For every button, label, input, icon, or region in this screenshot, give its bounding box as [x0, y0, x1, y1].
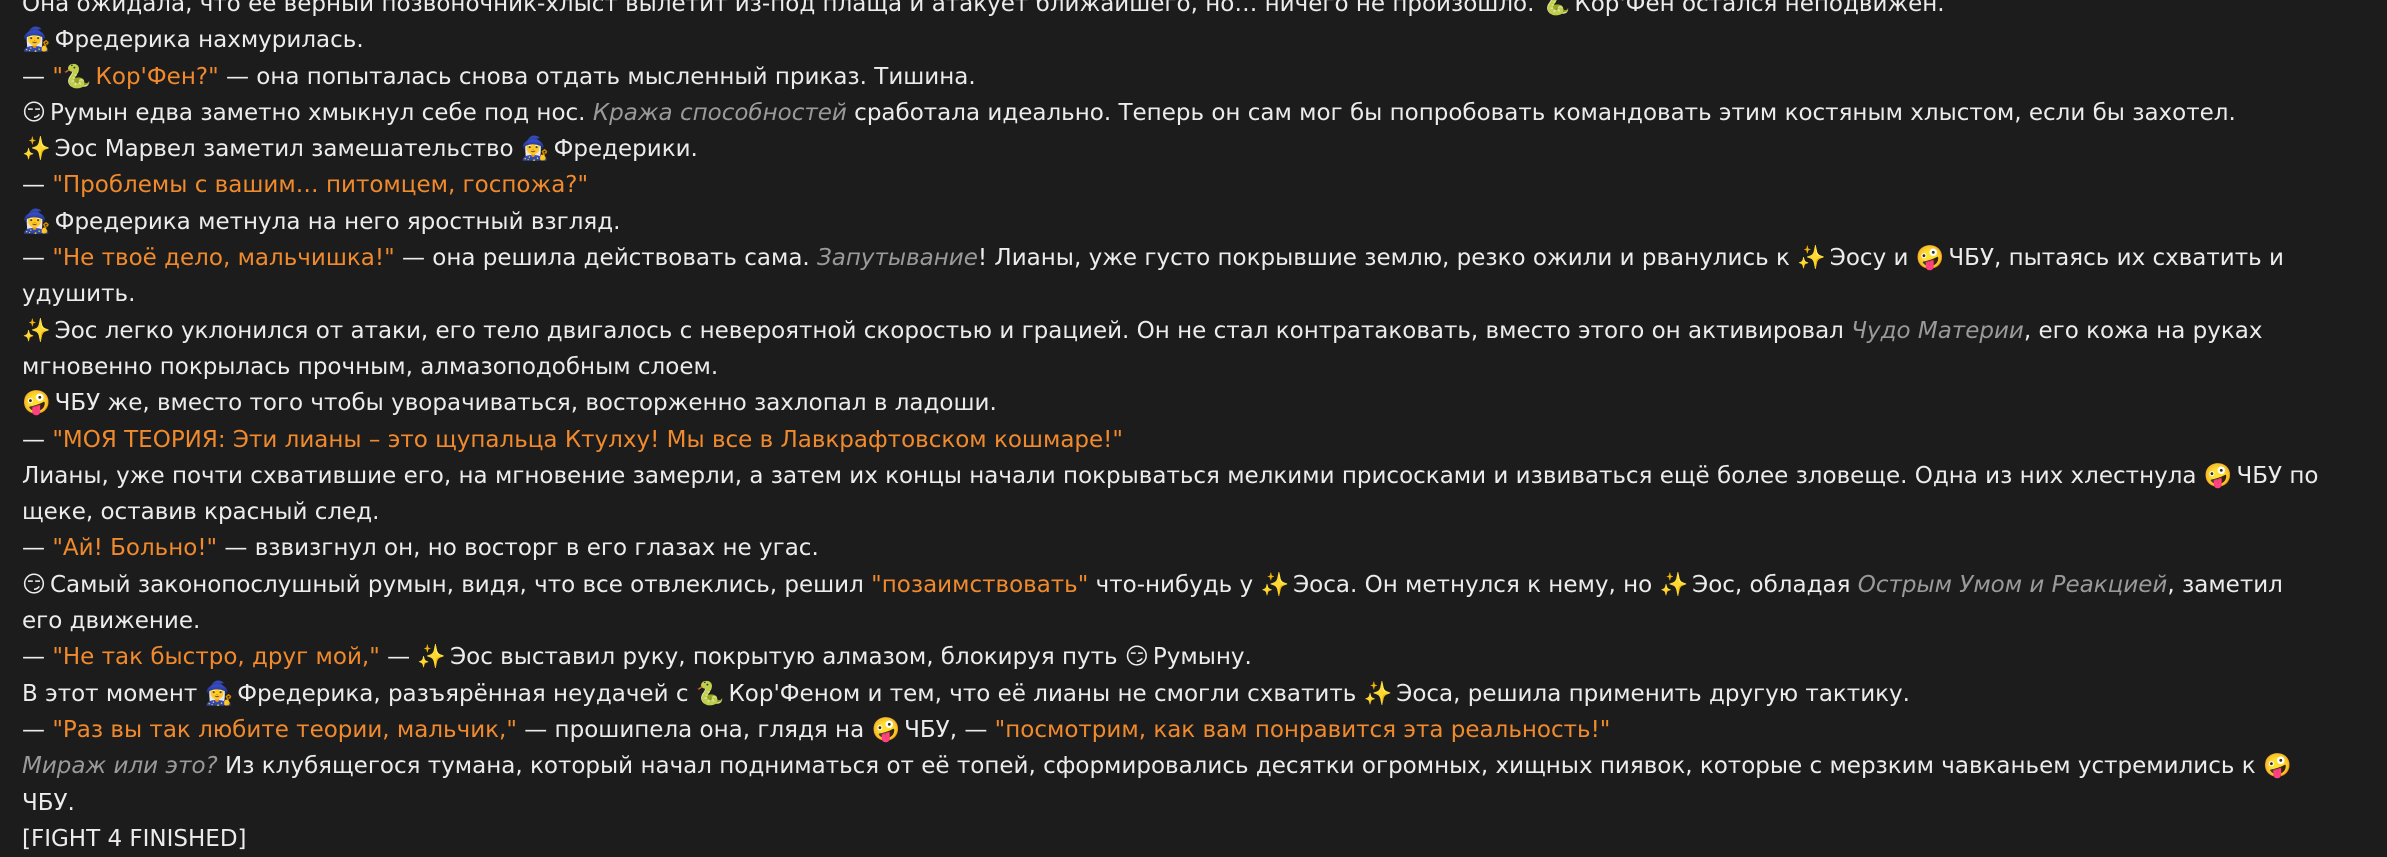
message-paragraph: — "Проблемы с вашим… питомцем, госпожа?" [22, 167, 2322, 203]
emoji-icon: 🧙‍♀️ [520, 136, 550, 163]
emoji-icon: 🧙‍♀️ [22, 208, 51, 235]
text-span: — [22, 63, 53, 90]
quote-span: "позаимствовать" [871, 571, 1089, 598]
emoji-icon: ✨ [1659, 571, 1689, 598]
message-paragraph: 🧙‍♀️ Фредерика нахмурилась. [22, 22, 2322, 58]
emoji-icon: 🧙‍♀️ [204, 680, 234, 707]
message-paragraph: — "Не твоё дело, мальчишка!" — она решил… [22, 240, 2322, 313]
message-paragraph: — "Ай! Больно!" — взвизгнул он, но восто… [22, 530, 2322, 566]
text-span: Эос Марвел заметил замешательство [54, 136, 521, 163]
message-paragraph: 😏 Румын едва заметно хмыкнул себе под нос… [22, 95, 2322, 131]
quote-span: "Ай! Больно!" [52, 535, 218, 562]
emoji-icon: ✨ [417, 644, 447, 671]
message-paragraph: ✨ Эос легко уклонился от атаки, его тело … [22, 313, 2322, 386]
text-span: Фредерика нахмурилась. [54, 27, 364, 54]
text-span: Самый законопослушный румын, видя, что в… [49, 571, 872, 598]
quote-span: "Не так быстро, друг мой," [52, 644, 380, 671]
text-span: — [379, 644, 418, 671]
emoji-icon: 🤪 [2262, 753, 2292, 780]
text-span: В этот момент [22, 680, 205, 707]
text-span: Эос, обладая [1692, 571, 1858, 598]
text-span: Эоса, решила применить другую тактику. [1396, 680, 1910, 707]
message-paragraph: [FIGHT 4 FINISHED] [22, 821, 2322, 857]
text-span: ЧБУ. [22, 789, 75, 816]
emoji-icon: 🤪 [2203, 462, 2233, 489]
text-span: ! Лианы, уже густо покрывшие землю, резк… [977, 245, 1798, 272]
text-span: что-нибудь у [1088, 571, 1261, 598]
emoji-icon: 🐍 [1541, 0, 1571, 17]
emoji-icon: ✨ [1260, 571, 1290, 598]
text-span: — [22, 172, 53, 199]
text-span: — [22, 644, 53, 671]
quote-span: "Раз вы так любите теории, мальчик," [52, 716, 517, 743]
text-span: — она попыталась снова отдать мысленный … [218, 63, 976, 90]
emoji-icon: 😏 [22, 99, 46, 126]
emoji-icon: 🤪 [22, 390, 51, 417]
emoji-icon: ✨ [1797, 245, 1826, 272]
italic-term: Запутывание [817, 245, 978, 272]
message-paragraph: Она ожидала, что её верный позвоночник-х… [22, 0, 2322, 22]
text-span: Румыну. [1152, 644, 1252, 671]
message-paragraph: 🧙‍♀️ Фредерика метнула на него яростный в… [22, 204, 2322, 240]
message-paragraph: — "Раз вы так любите теории, мальчик," —… [22, 712, 2322, 748]
text-span: Эоса. Он метнулся к нему, но [1293, 571, 1660, 598]
text-span: Фредерики. [553, 136, 698, 163]
text-span: Из клубящегося тумана, который начал под… [217, 753, 2263, 780]
text-span: Фредерика метнула на него яростный взгля… [54, 208, 621, 235]
text-span: [FIGHT 4 FINISHED] [22, 825, 247, 852]
text-span: — она решила действовать сама. [394, 245, 818, 272]
message-paragraph: Мираж или это? Из клубящегося тумана, ко… [22, 748, 2322, 821]
text-span: — [22, 245, 53, 272]
text-span: Эос легко уклонился от атаки, его тело д… [54, 317, 1852, 344]
message-paragraph: — "МОЯ ТЕОРИЯ: Эти лианы – это щупальца … [22, 422, 2322, 458]
text-span: Румын едва заметно хмыкнул себе под нос. [49, 99, 593, 126]
message-paragraph: 😏 Самый законопослушный румын, видя, что … [22, 567, 2322, 640]
text-span: — [22, 535, 53, 562]
italic-term: Кража способностей [592, 99, 847, 126]
text-span: Кор'Фен остался неподвижен. [1574, 0, 1945, 17]
quote-span: "Не твоё дело, мальчишка!" [52, 245, 395, 272]
emoji-icon: ✨ [22, 317, 51, 344]
text-span: — прошипела она, глядя на [516, 716, 872, 743]
emoji-icon: 🐍 [62, 63, 92, 90]
text-span: — взвизгнул он, но восторг в его глазах … [217, 535, 819, 562]
quote-span: "Проблемы с вашим… питомцем, госпожа?" [52, 172, 589, 199]
emoji-icon: 🧙‍♀️ [22, 27, 51, 54]
message-paragraph: 🤪 ЧБУ же, вместо того чтобы уворачиваться… [22, 385, 2322, 421]
emoji-icon: 🤪 [871, 716, 901, 743]
emoji-icon: ✨ [22, 136, 51, 163]
message-paragraph: — "Не так быстро, друг мой," — ✨ Эос выст… [22, 639, 2322, 675]
quote-span: "МОЯ ТЕОРИЯ: Эти лианы – это щупальца Кт… [52, 426, 1123, 453]
emoji-icon: 🤪 [1915, 245, 1945, 272]
text-span: Эос выставил руку, покрытую алмазом, бло… [450, 644, 1125, 671]
emoji-icon: 😏 [22, 571, 46, 598]
message-paragraph: — "🐍 Кор'Фен?" — она попыталась снова отд… [22, 59, 2322, 95]
chat-message: Она ожидала, что её верный позвоночник-х… [22, 0, 2322, 857]
text-span: — [22, 716, 53, 743]
quote-span: " [52, 63, 63, 90]
message-paragraph: Лианы, уже почти схватившие его, на мгно… [22, 458, 2322, 531]
message-paragraph: ✨ Эос Марвел заметил замешательство 🧙‍♀️ Ф… [22, 131, 2322, 167]
italic-term: Мираж или это? [22, 753, 218, 780]
text-span: Кор'Феном и тем, что её лианы не смогли … [728, 680, 1364, 707]
text-span: Эосу и [1829, 245, 1916, 272]
quote-span: Кор'Фен?" [95, 63, 219, 90]
emoji-icon: 😏 [1124, 644, 1149, 671]
text-span: Она ожидала, что её верный позвоночник-х… [22, 0, 1542, 17]
italic-term: Чудо Материи [1851, 317, 2024, 344]
emoji-icon: 🐍 [695, 680, 725, 707]
quote-span: "посмотрим, как вам понравится эта реаль… [994, 716, 1611, 743]
italic-term: Острым Умом и Реакцией [1857, 571, 2168, 598]
message-paragraph: В этот момент 🧙‍♀️ Фредерика, разъярённая… [22, 676, 2322, 712]
text-span: Фредерика, разъярённая неудачей с [237, 680, 696, 707]
text-span: ЧБУ же, вместо того чтобы уворачиваться,… [54, 390, 997, 417]
text-span: ЧБУ, — [904, 716, 995, 743]
text-span: сработала идеально. Теперь он сам мог бы… [846, 99, 2236, 126]
emoji-icon: ✨ [1363, 680, 1393, 707]
text-span: Лианы, уже почти схватившие его, на мгно… [22, 462, 2204, 489]
text-span: — [22, 426, 53, 453]
